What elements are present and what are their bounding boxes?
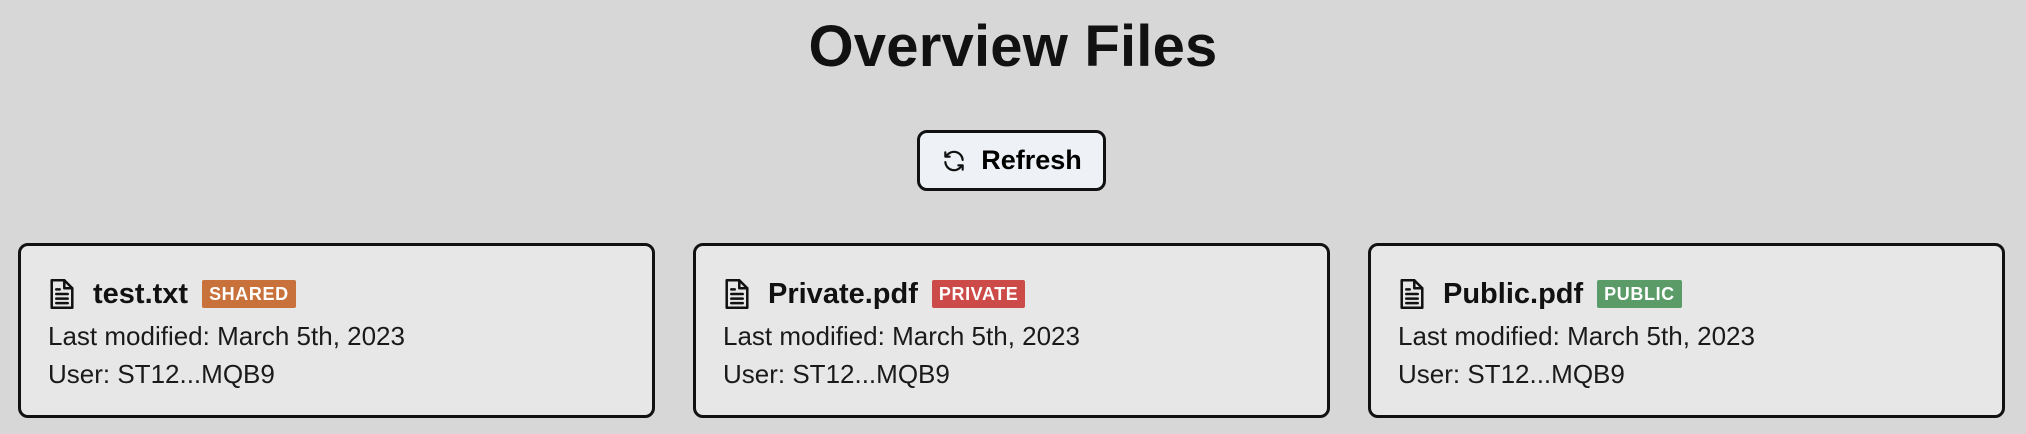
refresh-icon [941,148,967,174]
page-title: Overview Files [808,14,1218,79]
file-name: Private.pdf [768,278,918,310]
file-text-icon [48,278,77,310]
file-card-header: Private.pdf PRIVATE [723,276,1026,312]
last-modified-text: Last modified: March 5th, 2023 [1398,321,1755,351]
file-name: test.txt [93,278,189,310]
file-card[interactable]: Public.pdf PUBLIC Last modified: March 5… [1368,243,2005,418]
status-badge: SHARED [202,280,296,308]
status-badge: PRIVATE [931,280,1026,308]
last-modified-text: Last modified: March 5th, 2023 [48,321,405,351]
file-card-header: test.txt SHARED [48,276,296,312]
file-card[interactable]: test.txt SHARED Last modified: March 5th… [18,243,655,418]
file-card[interactable]: Private.pdf PRIVATE Last modified: March… [693,243,1330,418]
file-name: Public.pdf [1443,278,1584,310]
refresh-label: Refresh [981,145,1082,175]
file-text-icon [1398,278,1427,310]
refresh-button[interactable]: Refresh [917,130,1106,191]
user-text: User: ST12...MQB9 [1398,359,1625,389]
user-text: User: ST12...MQB9 [723,359,950,389]
last-modified-text: Last modified: March 5th, 2023 [723,321,1080,351]
status-badge: PUBLIC [1597,280,1682,308]
file-text-icon [723,278,752,310]
file-card-list: test.txt SHARED Last modified: March 5th… [18,243,2008,418]
user-text: User: ST12...MQB9 [48,359,275,389]
file-card-header: Public.pdf PUBLIC [1398,276,1682,312]
